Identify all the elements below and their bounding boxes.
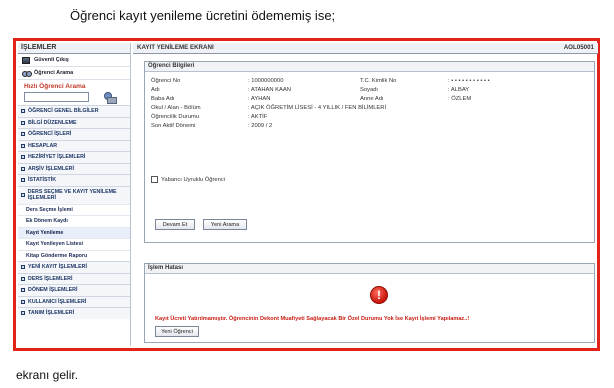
menu-item-ogrenci-isleri[interactable]: ÖĞRENCİ İŞLERİ [18, 128, 130, 140]
expand-icon [21, 109, 25, 114]
foreign-student-checkbox-row[interactable]: Yabancı Uyruklu Öğrenci [151, 176, 225, 183]
submenu-item-kitap-gonderme[interactable]: Kitap Gönderme Raporu [18, 249, 130, 261]
collapse-icon [21, 193, 25, 197]
continue-button[interactable]: Devam Et [155, 219, 195, 230]
main-area: KAYIT YENİLEME EKRANI AOL05001 Öğrenci B… [133, 43, 598, 346]
menu-item-hesaplar[interactable]: HESAPLAR [18, 139, 130, 151]
new-student-button[interactable]: Yeni Öğrenci [155, 326, 199, 337]
intro-text: Öğrenci kayıt yenileme ücretini ödememiş… [70, 8, 336, 23]
binoculars-icon [22, 70, 32, 77]
submenu-item-ders-secme[interactable]: Ders Seçme İşlemi [18, 203, 130, 215]
menu-item-kullanici[interactable]: KULLANICI İŞLEMLERİ [18, 295, 130, 307]
menu-item-ders-secme[interactable]: DERS SEÇME VE KAYIT YENİLEME İŞLEMLERİ [18, 185, 130, 204]
sidebar-header: İŞLEMLER [18, 43, 130, 54]
expand-icon [21, 143, 25, 148]
expand-icon [21, 265, 25, 270]
info-row: Adı : ATAHAN KAAN Soyadı : ALBAY [151, 87, 470, 93]
error-message: Kayıt Ücreti Yatırılmamıştır. Öğrencinin… [155, 316, 470, 322]
menu-item-donem-islemleri[interactable]: DÖNEM İŞLEMLERİ [18, 284, 130, 296]
error-panel-title: İşlem Hatası [145, 264, 594, 274]
highlight-frame: İŞLEMLER Güvenli Çıkış Öğrenci Arama Hız… [13, 38, 600, 351]
expand-icon [21, 311, 25, 316]
sidebar-menu: ÖĞRENCİ GENEL BİLGİLER BİLGİ DÜZENLEME Ö… [18, 105, 130, 319]
info-row: Öğrenci No : 1000000000 T.C. Kimlik No :… [151, 78, 490, 84]
outro-text: ekranı gelir. [16, 368, 79, 382]
menu-item-bilgi-duzenleme[interactable]: BİLGİ DÜZENLEME [18, 116, 130, 128]
student-search-label: Öğrenci Arama [34, 70, 74, 76]
expand-icon [21, 178, 25, 183]
info-row: Baba Adı : AYHAN Anne Adı : ÖZLEM [151, 96, 472, 102]
expand-icon [21, 166, 25, 171]
quick-search-go-icon[interactable] [103, 92, 117, 104]
info-row: Öğrencilik Durumu : AKTİF [151, 114, 268, 120]
new-search-button[interactable]: Yeni Arama [203, 219, 247, 230]
info-row: Son Aktif Dönemi : 2009 / 2 [151, 123, 273, 129]
menu-item-genel-bilgiler[interactable]: ÖĞRENCİ GENEL BİLGİLER [18, 105, 130, 117]
sidebar: İŞLEMLER Güvenli Çıkış Öğrenci Arama Hız… [18, 43, 131, 346]
menu-item-arsiv[interactable]: ARŞİV İŞLEMLERİ [18, 162, 130, 174]
student-info-panel: Öğrenci Bilgileri Öğrenci No : 100000000… [144, 61, 595, 243]
screen-header: KAYIT YENİLEME EKRANI AOL05001 [133, 43, 598, 54]
expand-icon [21, 299, 25, 304]
exit-icon [22, 56, 30, 64]
foreign-student-label: Yabancı Uyruklu Öğrenci [161, 176, 226, 183]
menu-item-istatistik[interactable]: İSTATİSTİK [18, 174, 130, 186]
quick-search-input[interactable] [24, 92, 89, 102]
error-panel: İşlem Hatası ! Kayıt Ücreti Yatırılmamış… [144, 263, 595, 343]
submenu-item-kayit-yenileyen[interactable]: Kayıt Yenileyen Listesi [18, 238, 130, 250]
submenu-item-kayit-yenileme[interactable]: Kayıt Yenileme [18, 226, 130, 238]
info-row: Okul / Alan - Bölüm : AÇIK ÖĞRETİM LİSES… [151, 105, 387, 111]
screen-title: KAYIT YENİLEME EKRANI [137, 44, 214, 51]
expand-icon [21, 132, 25, 137]
screen-code: AOL05001 [563, 44, 594, 51]
expand-icon [21, 288, 25, 293]
student-info-fields: Öğrenci No : 1000000000 T.C. Kimlik No :… [151, 78, 591, 132]
menu-item-heziriyet[interactable]: HEZİRİYET İŞLEMLERİ [18, 151, 130, 163]
logout-label: Güvenli Çıkış [34, 57, 69, 63]
student-info-title: Öğrenci Bilgileri [145, 62, 594, 72]
menu-item-ders-islemleri[interactable]: DERS İŞLEMLERİ [18, 272, 130, 284]
expand-icon [21, 120, 25, 125]
quick-search-row [18, 91, 130, 105]
expand-icon [21, 276, 25, 281]
foreign-student-checkbox[interactable] [151, 176, 158, 183]
logout-button[interactable]: Güvenli Çıkış [18, 54, 130, 67]
student-search-button[interactable]: Öğrenci Arama [18, 67, 130, 80]
menu-item-tanim[interactable]: TANIM İŞLEMLERİ [18, 307, 130, 319]
error-icon: ! [370, 286, 388, 304]
expand-icon [21, 155, 25, 160]
quick-search-title: Hızlı Öğrenci Arama [24, 83, 86, 90]
submenu-item-ek-donem[interactable]: Ek Dönem Kaydı [18, 215, 130, 227]
menu-item-yeni-kayit[interactable]: YENİ KAYIT İŞLEMLERİ [18, 261, 130, 273]
